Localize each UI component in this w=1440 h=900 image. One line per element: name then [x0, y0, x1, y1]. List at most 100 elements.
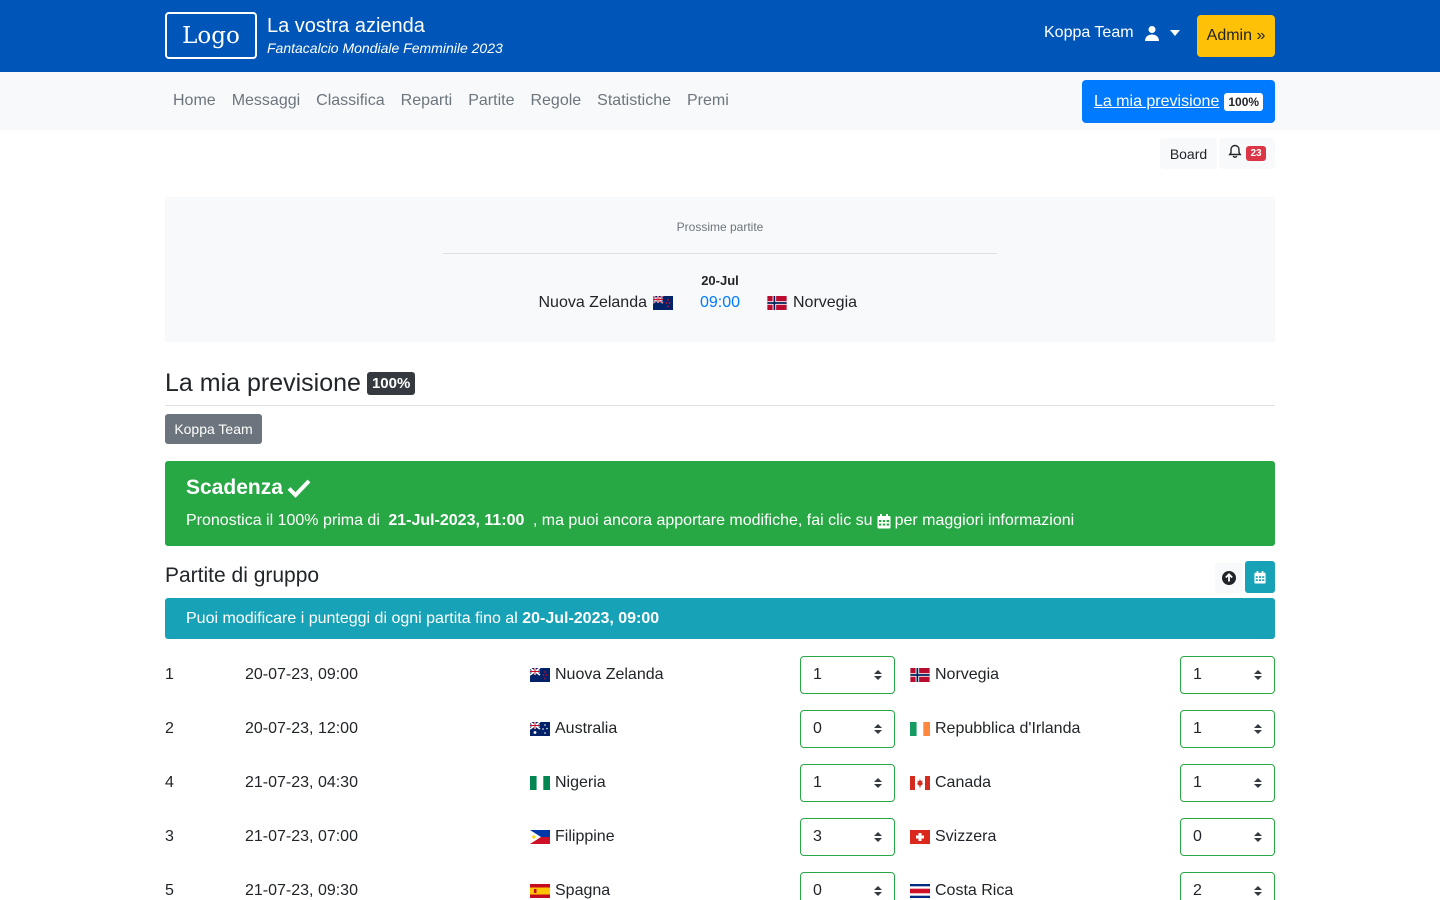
prediction-badge: 100%	[1224, 92, 1264, 111]
user-name: Koppa Team	[1044, 24, 1134, 41]
away-score-select[interactable]: 0	[1180, 818, 1275, 856]
upcoming-time[interactable]: 09:00	[165, 294, 1275, 312]
table-row: 3 21-07-23, 07:00 Filippine 3 Svizzera 0	[165, 801, 1275, 856]
edit-info-alert: Puoi modificare i punteggi di ogni parti…	[165, 598, 1275, 639]
scroll-up-button[interactable]	[1215, 563, 1243, 593]
away-team-name: Repubblica d'Irlanda	[935, 720, 1081, 737]
home-score-select[interactable]: 3	[800, 818, 895, 856]
home-team: Filippine	[530, 828, 615, 846]
home-score-select[interactable]: 1	[800, 764, 895, 802]
upcoming-matches: Prossime partite 20-Jul Nuova Zelanda 09…	[165, 197, 1275, 342]
admin-button[interactable]: Admin »	[1197, 15, 1275, 57]
match-list: 1 20-07-23, 09:00 Nuova Zelanda 1 Norveg…	[165, 639, 1275, 900]
away-score-value: 0	[1193, 828, 1202, 845]
home-score-value: 0	[813, 882, 822, 899]
nav-home[interactable]: Home	[173, 92, 216, 110]
user-icon	[1144, 25, 1160, 41]
match-datetime: 21-07-23, 07:00	[245, 828, 358, 845]
away-score-select[interactable]: 1	[1180, 764, 1275, 802]
calendar-icon	[1254, 570, 1266, 583]
home-team-name: Filippine	[555, 828, 615, 845]
home-score-value: 1	[813, 666, 822, 683]
flag-canada-icon	[910, 776, 930, 790]
home-team: Nigeria	[530, 774, 606, 792]
notifications-badge: 23	[1246, 146, 1266, 161]
deadline-alert: Scadenza Pronostica il 100% prima di 21-…	[165, 461, 1275, 546]
my-prediction-button[interactable]: La mia previsione 100%	[1082, 80, 1275, 123]
away-score-select[interactable]: 2	[1180, 872, 1275, 900]
brand-subtitle: Fantacalcio Mondiale Femminile 2023	[267, 40, 503, 56]
page-title-text: La mia previsione	[165, 369, 361, 397]
nav-partite[interactable]: Partite	[468, 92, 514, 110]
away-team: Costa Rica	[910, 882, 1013, 900]
match-datetime: 21-07-23, 09:30	[245, 882, 358, 899]
upcoming-away-name: Norvegia	[793, 294, 858, 311]
select-arrows-icon	[874, 670, 882, 680]
match-datetime: 20-07-23, 12:00	[245, 720, 358, 737]
table-row: 4 21-07-23, 04:30 Nigeria 1 Canada 1	[165, 747, 1275, 802]
home-score-select[interactable]: 1	[800, 656, 895, 694]
group-title: Partite di gruppo	[165, 564, 320, 587]
home-team: Spagna	[530, 882, 610, 900]
select-arrows-icon	[1254, 670, 1262, 680]
flag-switzerland-icon	[910, 830, 930, 844]
home-score-select[interactable]: 0	[800, 872, 895, 900]
team-chip[interactable]: Koppa Team	[165, 414, 262, 444]
calendar-button[interactable]	[1245, 561, 1275, 593]
notifications-button[interactable]: 23	[1219, 138, 1275, 169]
away-team: Norvegia	[910, 666, 999, 684]
deadline-msg-prefix: Pronostica il 100% prima di	[186, 512, 385, 529]
upcoming-date: 20-Jul	[701, 273, 739, 288]
nav-bar: Home Messaggi Classifica Reparti Partite…	[0, 72, 1440, 130]
nav-premi[interactable]: Premi	[687, 92, 729, 110]
select-arrows-icon	[1254, 832, 1262, 842]
section-header: La mia previsione 100%	[165, 342, 1275, 406]
nav-statistiche[interactable]: Statistiche	[597, 92, 671, 110]
flag-norway-icon	[767, 296, 787, 310]
away-team: Canada	[910, 774, 991, 792]
away-score-select[interactable]: 1	[1180, 656, 1275, 694]
calendar-icon[interactable]	[877, 513, 891, 529]
deadline-msg-mid: , ma puoi ancora apportare modifiche, fa…	[528, 512, 873, 529]
nav-messaggi[interactable]: Messaggi	[232, 92, 300, 110]
nav-classifica[interactable]: Classifica	[316, 92, 384, 110]
group-header: Partite di gruppo	[165, 546, 1275, 598]
match-number: 1	[165, 666, 174, 683]
logo[interactable]: Logo	[165, 12, 257, 59]
table-row: 2 20-07-23, 12:00 Australia 0 Repubblica…	[165, 693, 1275, 748]
my-prediction-label: La mia previsione	[1093, 92, 1220, 110]
flag-costa-rica-icon	[910, 884, 930, 898]
home-score-select[interactable]: 0	[800, 710, 895, 748]
deadline-title: Scadenza	[186, 476, 311, 500]
away-score-value: 1	[1193, 774, 1202, 791]
flag-nz-icon	[530, 668, 550, 682]
select-arrows-icon	[874, 724, 882, 734]
nav-regole[interactable]: Regole	[530, 92, 581, 110]
board-button[interactable]: Board	[1160, 138, 1217, 169]
away-score-select[interactable]: 1	[1180, 710, 1275, 748]
flag-spain-icon	[530, 884, 550, 898]
flag-norway-icon	[910, 668, 930, 682]
away-team-name: Canada	[935, 774, 992, 791]
deadline-message: Pronostica il 100% prima di 21-Jul-2023,…	[186, 512, 1074, 530]
user-menu[interactable]: Koppa Team	[1044, 24, 1180, 42]
nav-reparti[interactable]: Reparti	[401, 92, 453, 110]
deadline-title-text: Scadenza	[186, 476, 283, 499]
match-number: 2	[165, 720, 174, 737]
chevron-down-icon	[1169, 30, 1180, 36]
page-title: La mia previsione 100%	[165, 369, 416, 398]
away-score-value: 1	[1193, 666, 1202, 683]
table-row: 5 21-07-23, 09:30 Spagna 0 Costa Rica 2	[165, 855, 1275, 900]
upcoming-away-team: Norvegia	[767, 294, 857, 312]
bell-icon	[1228, 144, 1243, 163]
match-datetime: 20-07-23, 09:00	[245, 666, 358, 683]
flag-australia-icon	[530, 722, 550, 736]
away-team: Repubblica d'Irlanda	[910, 720, 1080, 738]
home-score-value: 0	[813, 720, 822, 737]
match-datetime: 21-07-23, 04:30	[245, 774, 358, 791]
deadline-msg-suffix: per maggiori informazioni	[894, 512, 1075, 529]
home-team-name: Spagna	[555, 882, 611, 899]
away-team: Svizzera	[910, 828, 996, 846]
away-score-value: 2	[1193, 882, 1202, 899]
top-bar: Logo La vostra azienda Fantacalcio Mondi…	[0, 0, 1440, 72]
